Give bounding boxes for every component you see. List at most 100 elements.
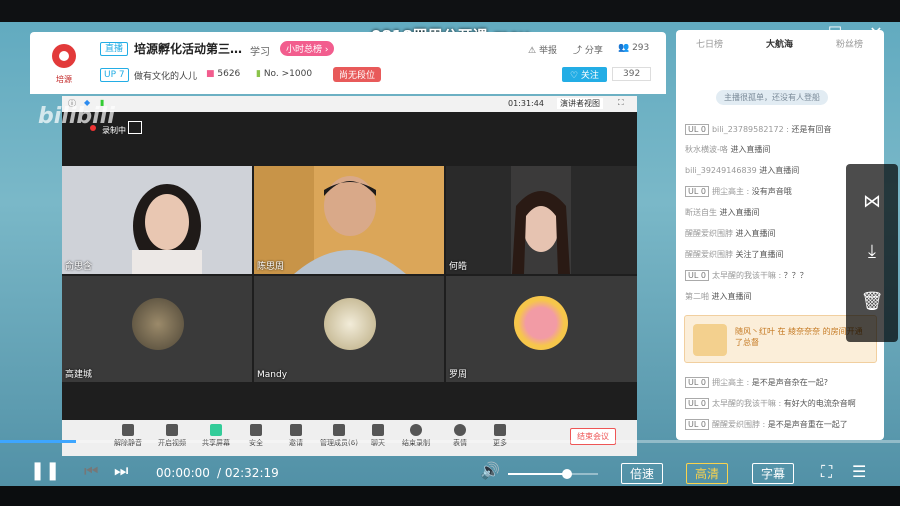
meeting-top-bar: ⓘ ◆ ▮ 01:31:44 演讲者视图 ⛶ — [62, 96, 637, 112]
share-screen-icon — [210, 424, 222, 436]
chat-message: 秋水横波-咯 进入直播间 — [685, 144, 770, 155]
participant-video — [254, 166, 444, 274]
chat-text: 是不是声音杂在一起? — [751, 378, 828, 387]
chat-user[interactable]: 秋水横波-咯 — [685, 145, 728, 154]
participant-tile[interactable]: 何皓 — [446, 166, 637, 274]
participant-tile[interactable]: 俞思含 — [62, 166, 252, 274]
chat-message: UL 0 拥尘高主 : 是不是声音杂在一起? — [685, 377, 828, 388]
chat-user[interactable]: 醒醒爱织围脖 — [685, 250, 733, 259]
next-icon[interactable]: ⏭ — [114, 461, 128, 481]
trash-icon[interactable]: 🗑 — [860, 290, 884, 314]
category-link[interactable]: 学习 — [250, 43, 270, 58]
avatar — [514, 296, 568, 350]
pause-icon[interactable]: ❚❚ — [30, 460, 60, 481]
chat-user[interactable]: 第二啪 — [685, 292, 709, 301]
unmute-button[interactable]: 解除静音 — [110, 424, 146, 448]
more-icon — [494, 424, 506, 436]
people-icon: 👥 — [618, 43, 633, 53]
recording-label: 录制中 — [102, 126, 126, 135]
chat-text: 进入直播间 — [711, 292, 752, 301]
chat-user[interactable]: bili_23789582172 : — [712, 125, 789, 134]
share-button[interactable]: ⤴ 分享 — [573, 43, 603, 56]
bar-chart-icon: ▮ — [256, 69, 264, 79]
guard-rank-button[interactable]: 尚无段位 — [333, 67, 382, 82]
chat-user[interactable]: 醒醒爱织围脖 : — [712, 420, 765, 429]
more-button[interactable]: 更多 — [482, 424, 518, 448]
rank-stat: ▮ No. >1000 — [256, 69, 312, 79]
share-label: 分享 — [584, 46, 603, 56]
volume-knob[interactable] — [561, 469, 572, 479]
gift-notice-text: 随风丶红叶 在 綾奈奈奈 的房间开通了总督 — [735, 327, 863, 347]
bottom-strip — [0, 486, 900, 506]
chat-text: 是不是声音重在一起了 — [767, 420, 848, 429]
floating-action-bar: ⋈ ⤓ 🗑 — [846, 164, 898, 342]
playlist-icon[interactable]: ☰ — [852, 462, 866, 481]
microphone-icon — [122, 424, 134, 436]
quality-button[interactable]: 高清 — [686, 463, 729, 484]
previous-icon[interactable]: ⏮ — [84, 461, 98, 481]
report-button[interactable]: ⚠ 举报 — [528, 43, 557, 56]
participant-tile[interactable]: 陈思周 — [254, 166, 444, 274]
time-current: 00:00:00 — [156, 466, 210, 480]
participant-name: 何皓 — [449, 262, 468, 272]
progress-bar[interactable] — [0, 440, 900, 443]
share-icon[interactable]: ⋈ — [860, 190, 884, 214]
chat-text: 进入直播间 — [730, 145, 771, 154]
chat-text: 有好大的电流杂音啊 — [783, 399, 856, 408]
subtitle-button[interactable]: 字幕 — [752, 463, 795, 484]
invite-button[interactable]: 邀请 — [278, 424, 314, 448]
share-icon: ⤴ — [573, 46, 585, 56]
chat-user[interactable]: 醒醒爱织围脖 — [685, 229, 733, 238]
hourly-rank-button[interactable]: 小时总榜 › — [280, 41, 335, 56]
download-icon[interactable]: ⤓ — [860, 240, 884, 264]
participant-name: 俞思含 — [65, 262, 93, 272]
stop-recording-icon[interactable] — [128, 121, 142, 134]
tab-weekly-rank[interactable]: 七日榜 — [696, 37, 723, 50]
streamer-name[interactable]: 做有文化的人儿 — [134, 69, 197, 82]
chat-button[interactable]: 聊天 — [360, 424, 396, 448]
start-video-button[interactable]: 开启视频 — [154, 424, 190, 448]
fullscreen-icon[interactable]: ⛶ — [618, 98, 624, 108]
chat-text: 进入直播间 — [759, 166, 800, 175]
chat-message: bili_39249146839 进入直播间 — [685, 165, 799, 176]
volume-slider[interactable] — [508, 469, 598, 479]
tab-guard[interactable]: 大航海 — [766, 37, 793, 50]
fullscreen-icon[interactable]: ⛶ — [821, 462, 832, 482]
chat-user[interactable]: 拥尘高主 : — [712, 378, 749, 387]
chat-user[interactable]: 太早醒的我该干嘛 : — [712, 399, 781, 408]
speed-button[interactable]: 倍速 — [621, 463, 664, 484]
chat-message: UL 0 拥尘高主 : 没有声音哦 — [685, 186, 792, 197]
chat-user[interactable]: 断送自生 — [685, 208, 717, 217]
manage-members-button[interactable]: 管理成员(6) — [318, 424, 360, 448]
streamer-logo[interactable]: 培源 — [48, 40, 80, 86]
share-screen-button[interactable]: 共享屏幕 — [198, 424, 234, 448]
up-level-badge: UP 7 — [100, 68, 129, 82]
time-total: / 02:32:19 — [217, 466, 279, 480]
reactions-button[interactable]: 表情 — [442, 424, 478, 448]
security-button[interactable]: 安全 — [238, 424, 274, 448]
participant-tile[interactable]: Mandy — [254, 276, 444, 382]
viewer-count-value: 293 — [632, 43, 650, 53]
volume-icon[interactable]: 🔊 — [480, 461, 500, 480]
chat-user[interactable]: bili_39249146839 — [685, 166, 757, 175]
participant-tile[interactable]: 高建城 — [62, 276, 252, 382]
participant-tile[interactable]: 罗周 — [446, 276, 637, 382]
follow-button[interactable]: ♡ 关注 — [562, 67, 607, 82]
chat-user[interactable]: 太早醒的我该干嘛 : — [712, 271, 781, 280]
user-level-badge: UL 0 — [685, 419, 709, 430]
participant-name: 陈思周 — [257, 262, 285, 272]
participant-name: Mandy — [257, 370, 288, 380]
stop-recording-button[interactable]: 结束录制 — [398, 424, 434, 448]
chat-user[interactable]: 拥尘高主 : — [712, 187, 749, 196]
gift-mascot-icon — [693, 324, 727, 356]
chat-message: UL 0 醒醒爱织围脖 : 是不是声音重在一起了 — [685, 419, 848, 430]
video-player-window: 0818罗周公开课.mov — ☐ ✕ 培源 直播 培源孵化活动第三… 学习 小… — [0, 0, 900, 506]
rank-value: No. >1000 — [263, 69, 313, 79]
members-icon — [333, 424, 345, 436]
chat-text: 进入直播间 — [735, 229, 776, 238]
user-level-badge: UL 0 — [685, 186, 709, 197]
gift-count-value: 5626 — [217, 69, 241, 79]
gift-icon: ■ — [206, 69, 218, 79]
speaker-view-button[interactable]: 演讲者视图 — [557, 98, 603, 109]
tab-fans-rank[interactable]: 粉丝榜 — [836, 37, 863, 50]
